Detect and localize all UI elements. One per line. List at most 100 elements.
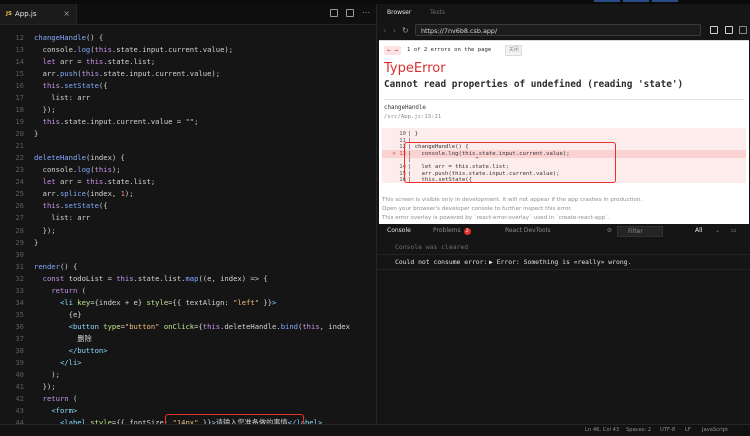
line-number: 14 (15, 57, 24, 67)
more-icon[interactable] (739, 26, 747, 34)
line-code[interactable]: ); (34, 369, 60, 381)
line-code[interactable]: list: arr (34, 92, 90, 104)
line-code[interactable]: deleteHandle(index) { (34, 152, 125, 164)
line-code[interactable]: let arr = this.state.list; (34, 176, 156, 188)
code-line[interactable]: 20} (0, 128, 376, 140)
indent-setting[interactable]: Spaces: 2 (626, 427, 651, 433)
line-code[interactable]: let arr = this.state.list; (34, 56, 156, 68)
line-code[interactable]: } (34, 237, 38, 249)
close-icon[interactable]: × (63, 9, 70, 18)
encoding[interactable]: UTF-8 (660, 427, 675, 433)
error-nav-arrows[interactable]: ← → (384, 45, 401, 55)
url-input[interactable]: https://7nv6b8.csb.app/ (415, 24, 701, 36)
code-line[interactable]: 13 console.log(this.state.input.current.… (0, 44, 376, 56)
code-line[interactable]: 12 changeHandle() { (0, 32, 376, 44)
code-line[interactable]: 29} (0, 237, 376, 249)
log-level-select[interactable]: All (695, 227, 702, 234)
code-line[interactable]: 34 <li key={index + e} style={{ textAlig… (0, 297, 376, 309)
tab-problems[interactable]: Problems 2 (433, 227, 471, 235)
code-line[interactable]: 36 <button type="button" onClick={this.d… (0, 321, 376, 333)
line-code[interactable]: const todoList = this.state.list.map((e,… (34, 273, 268, 285)
line-code[interactable]: this.state.input.current.value = ""; (34, 116, 199, 128)
line-code[interactable]: changeHandle() { (34, 32, 103, 44)
code-line[interactable]: 41 }); (0, 381, 376, 393)
stack-file-location[interactable]: /src/App.js:13:21 (384, 114, 441, 120)
tab-console[interactable]: Console (387, 227, 411, 234)
line-code[interactable]: console.log(this); (34, 164, 121, 176)
preview-icon[interactable] (346, 9, 354, 17)
line-number: 43 (15, 405, 24, 415)
line-code[interactable]: }); (34, 104, 56, 116)
line-code[interactable]: this.setState({ (34, 200, 108, 212)
line-code[interactable]: </li> (34, 357, 82, 369)
line-code[interactable]: console.log(this.state.input.current.val… (34, 44, 233, 56)
line-code[interactable]: </button> (34, 345, 108, 357)
code-line[interactable]: 14 let arr = this.state.list; (0, 56, 376, 68)
status-bar: Ln 46, Col 43 Spaces: 2 UTF-8 LF JavaScr… (0, 424, 750, 436)
code-line[interactable]: 24 let arr = this.state.list; (0, 176, 376, 188)
cursor-position[interactable]: Ln 46, Col 43 (585, 427, 619, 433)
code-line[interactable]: 31 render() { (0, 261, 376, 273)
code-line[interactable]: 39 </li> (0, 357, 376, 369)
code-line[interactable]: 19 this.state.input.current.value = ""; (0, 116, 376, 128)
code-line[interactable]: 38 </button> (0, 345, 376, 357)
line-code[interactable]: }); (34, 381, 56, 393)
line-code[interactable]: }); (34, 225, 56, 237)
tab-app-js[interactable]: JS App.js × (0, 4, 77, 24)
line-code[interactable]: {e} (34, 309, 82, 321)
clear-console-icon[interactable]: ⊘ (607, 227, 612, 234)
code-line[interactable]: 25 arr.splice(index, 1); (0, 188, 376, 200)
panel-icon[interactable]: ▭ (731, 227, 737, 234)
code-line[interactable]: 42 return ( (0, 393, 376, 405)
line-code[interactable]: list: arr (34, 212, 90, 224)
tab-browser[interactable]: Browser (387, 9, 411, 16)
line-code[interactable]: <li key={index + e} style={{ textAlign: … (34, 297, 276, 309)
line-code[interactable]: return ( (34, 285, 86, 297)
open-new-window-icon[interactable] (725, 26, 733, 34)
code-line[interactable]: 32 const todoList = this.state.list.map(… (0, 273, 376, 285)
code-line[interactable]: 33 return ( (0, 285, 376, 297)
console-filter-input[interactable]: Filter (617, 226, 663, 237)
code-line[interactable]: 15 arr.push(this.state.input.current.val… (0, 68, 376, 80)
line-code[interactable]: render() { (34, 261, 77, 273)
line-code[interactable]: return ( (34, 393, 78, 405)
code-line[interactable]: 21 (0, 140, 376, 152)
close-overlay-button[interactable]: 关闭 (505, 44, 523, 56)
line-code[interactable]: this.setState({ (34, 80, 108, 92)
line-number: 13 (15, 45, 24, 55)
code-line[interactable]: 35 {e} (0, 309, 376, 321)
line-code[interactable]: arr.push(this.state.input.current.value)… (34, 68, 220, 80)
console-error-row: Could not consume error: ▶ Error: Somethi… (377, 255, 750, 270)
split-editor-icon[interactable] (330, 9, 338, 17)
code-line[interactable]: 40 ); (0, 369, 376, 381)
line-code[interactable]: <form> (34, 405, 77, 417)
code-line[interactable]: 27 list: arr (0, 212, 376, 224)
code-line[interactable]: 26 this.setState({ (0, 200, 376, 212)
line-ending[interactable]: LF (685, 427, 691, 433)
error-navigation: ← → 1 of 2 errors on the page 关闭 (384, 44, 523, 56)
reload-icon[interactable]: ↻ (402, 26, 409, 35)
preview-pane: Browser Tests ‹ › ↻ https://7nv6b8.csb.a… (376, 4, 750, 436)
more-icon[interactable]: ⋯ (362, 9, 370, 17)
forward-icon[interactable]: › (393, 26, 396, 35)
tab-react-devtools[interactable]: React DevTools (505, 227, 550, 234)
line-code[interactable]: <button type="button" onClick={this.dele… (34, 321, 350, 333)
line-number: 25 (15, 189, 24, 199)
line-code[interactable]: } (34, 128, 38, 140)
line-number: 42 (15, 393, 24, 403)
code-line[interactable]: 30 (0, 249, 376, 261)
code-line[interactable]: 16 this.setState({ (0, 80, 376, 92)
line-code[interactable]: 删除 (34, 333, 91, 345)
language-mode[interactable]: JavaScript (702, 427, 728, 433)
back-icon[interactable]: ‹ (383, 26, 386, 35)
tab-tests[interactable]: Tests (430, 9, 445, 16)
code-line[interactable]: 23 console.log(this); (0, 164, 376, 176)
devtools-icon[interactable] (710, 26, 718, 34)
code-line[interactable]: 18 }); (0, 104, 376, 116)
code-line[interactable]: 22 deleteHandle(index) { (0, 152, 376, 164)
code-line[interactable]: 28 }); (0, 225, 376, 237)
code-line[interactable]: 37 删除 (0, 333, 376, 345)
line-code[interactable]: arr.splice(index, 1); (34, 188, 134, 200)
code-lines[interactable]: 12 changeHandle() {13 console.log(this.st… (0, 32, 376, 436)
code-line[interactable]: 17 list: arr (0, 92, 376, 104)
